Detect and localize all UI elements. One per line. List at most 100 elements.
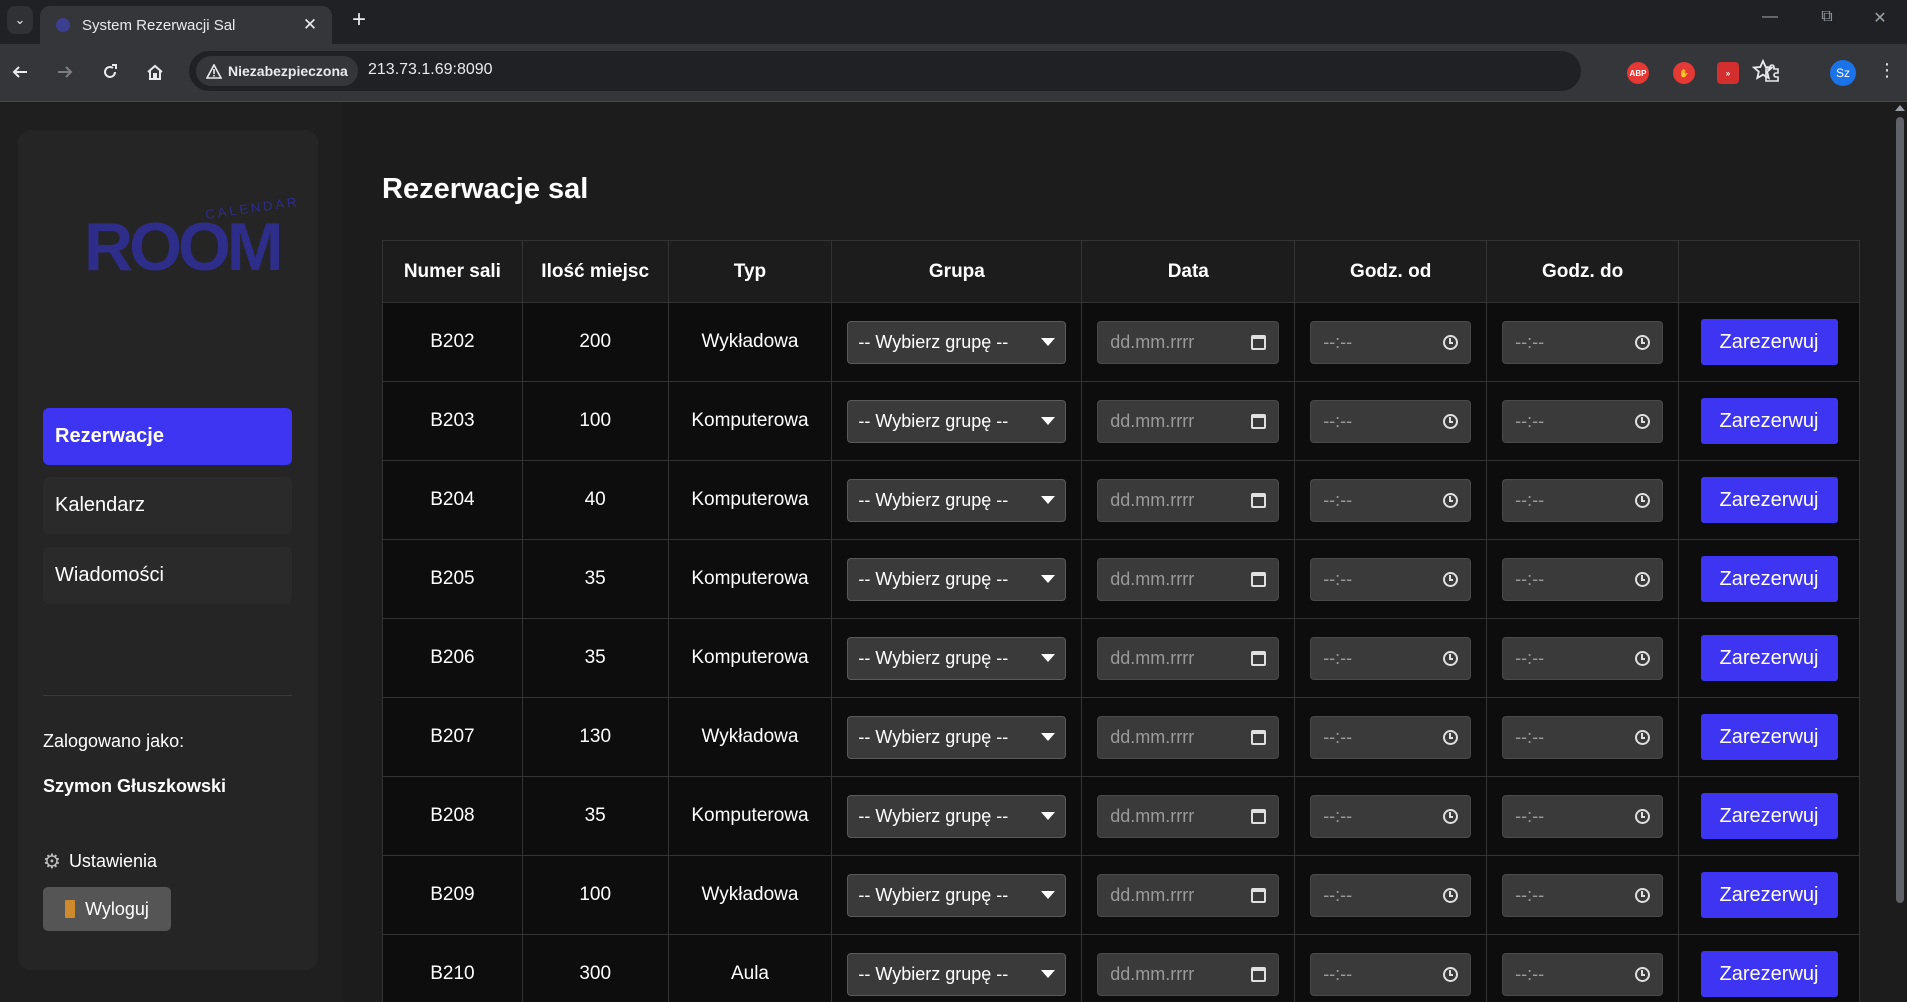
clock-icon[interactable]	[1635, 492, 1651, 508]
clock-icon[interactable]	[1443, 887, 1459, 903]
time-from-input[interactable]: --:--	[1310, 715, 1472, 759]
calendar-icon[interactable]	[1251, 650, 1267, 666]
clock-icon[interactable]	[1443, 650, 1459, 666]
group-select[interactable]: -- Wybierz grupę --	[847, 636, 1067, 680]
time-from-input[interactable]: --:--	[1310, 636, 1472, 680]
restore-icon[interactable]: ⧉	[1815, 8, 1839, 26]
clock-icon[interactable]	[1443, 571, 1459, 587]
group-select[interactable]: -- Wybierz grupę --	[847, 873, 1067, 917]
clock-icon[interactable]	[1635, 413, 1651, 429]
scroll-up-arrow-icon[interactable]	[1895, 105, 1905, 111]
tab-search-button[interactable]: ⌄	[7, 6, 33, 34]
reserve-button[interactable]: Zarezerwuj	[1700, 714, 1838, 760]
group-select[interactable]: -- Wybierz grupę --	[847, 715, 1067, 759]
time-to-input[interactable]: --:--	[1502, 557, 1664, 601]
clock-icon[interactable]	[1635, 334, 1651, 350]
group-select[interactable]: -- Wybierz grupę --	[847, 399, 1067, 443]
time-to-input[interactable]: --:--	[1502, 873, 1664, 917]
new-tab-button[interactable]: +	[346, 8, 372, 34]
clock-icon[interactable]	[1443, 966, 1459, 982]
home-button[interactable]	[141, 58, 169, 86]
forward-button[interactable]	[51, 58, 79, 86]
clock-icon[interactable]	[1635, 966, 1651, 982]
time-from-input[interactable]: --:--	[1310, 952, 1472, 996]
calendar-icon[interactable]	[1251, 334, 1267, 350]
time-to-input[interactable]: --:--	[1502, 715, 1664, 759]
clock-icon[interactable]	[1635, 650, 1651, 666]
minimize-icon[interactable]: —	[1758, 8, 1782, 26]
reserve-button[interactable]: Zarezerwuj	[1700, 319, 1838, 365]
clock-icon[interactable]	[1443, 334, 1459, 350]
reserve-button[interactable]: Zarezerwuj	[1700, 556, 1838, 602]
group-select[interactable]: -- Wybierz grupę --	[847, 557, 1067, 601]
calendar-icon[interactable]	[1251, 729, 1267, 745]
calendar-icon[interactable]	[1251, 492, 1267, 508]
calendar-icon[interactable]	[1251, 571, 1267, 587]
sidebar-item-wiadomosci[interactable]: Wiadomości	[43, 547, 292, 604]
settings-link[interactable]: ⚙ Ustawienia	[43, 849, 157, 874]
browser-tab[interactable]: System Rezerwacji Sal ✕	[40, 6, 332, 44]
time-to-input[interactable]: --:--	[1502, 794, 1664, 838]
calendar-icon[interactable]	[1251, 887, 1267, 903]
calendar-icon[interactable]	[1251, 966, 1267, 982]
arrows-extension-icon[interactable]: »	[1717, 62, 1739, 84]
date-input[interactable]: dd.mm.rrrr	[1097, 399, 1280, 443]
time-from-input[interactable]: --:--	[1310, 794, 1472, 838]
group-select[interactable]: -- Wybierz grupę --	[847, 794, 1067, 838]
date-input[interactable]: dd.mm.rrrr	[1097, 557, 1280, 601]
time-from-input[interactable]: --:--	[1310, 873, 1472, 917]
url-text[interactable]: 213.73.1.69:8090	[368, 61, 493, 79]
calendar-icon[interactable]	[1251, 808, 1267, 824]
calendar-icon[interactable]	[1251, 413, 1267, 429]
date-input[interactable]: dd.mm.rrrr	[1097, 478, 1280, 522]
time-from-input[interactable]: --:--	[1310, 478, 1472, 522]
date-input[interactable]: dd.mm.rrrr	[1097, 952, 1280, 996]
reserve-button[interactable]: Zarezerwuj	[1700, 635, 1838, 681]
abp-extension-icon[interactable]: ABP	[1627, 62, 1649, 84]
time-to-input[interactable]: --:--	[1502, 478, 1664, 522]
time-from-input[interactable]: --:--	[1310, 320, 1472, 364]
sidebar-item-kalendarz[interactable]: Kalendarz	[43, 477, 292, 534]
sidebar-item-rezerwacje[interactable]: Rezerwacje	[43, 408, 292, 465]
date-input[interactable]: dd.mm.rrrr	[1097, 873, 1280, 917]
date-input[interactable]: dd.mm.rrrr	[1097, 715, 1280, 759]
vertical-scrollbar[interactable]	[1892, 103, 1907, 1002]
clock-icon[interactable]	[1635, 808, 1651, 824]
logout-button[interactable]: Wyloguj	[43, 887, 171, 931]
address-bar[interactable]: Niezabezpieczona 213.73.1.69:8090	[189, 51, 1775, 91]
clock-icon[interactable]	[1635, 729, 1651, 745]
reserve-button[interactable]: Zarezerwuj	[1700, 951, 1838, 997]
hand-extension-icon[interactable]: ✋	[1673, 62, 1695, 84]
time-to-input[interactable]: --:--	[1502, 636, 1664, 680]
reload-button[interactable]	[96, 58, 124, 86]
group-select[interactable]: -- Wybierz grupę --	[847, 952, 1067, 996]
clock-icon[interactable]	[1635, 887, 1651, 903]
time-to-input[interactable]: --:--	[1502, 952, 1664, 996]
reserve-button[interactable]: Zarezerwuj	[1700, 398, 1838, 444]
scrollbar-thumb[interactable]	[1896, 117, 1904, 903]
group-select[interactable]: -- Wybierz grupę --	[847, 320, 1067, 364]
back-button[interactable]	[6, 58, 34, 86]
time-to-input[interactable]: --:--	[1502, 320, 1664, 364]
clock-icon[interactable]	[1443, 808, 1459, 824]
date-input[interactable]: dd.mm.rrrr	[1097, 794, 1280, 838]
close-tab-icon[interactable]: ✕	[300, 15, 320, 35]
reserve-button[interactable]: Zarezerwuj	[1700, 872, 1838, 918]
clock-icon[interactable]	[1443, 492, 1459, 508]
clock-icon[interactable]	[1443, 729, 1459, 745]
extensions-puzzle-icon[interactable]	[1762, 62, 1784, 84]
close-window-icon[interactable]: ✕	[1868, 8, 1892, 28]
time-from-input[interactable]: --:--	[1310, 557, 1472, 601]
time-from-input[interactable]: --:--	[1310, 399, 1472, 443]
reserve-button[interactable]: Zarezerwuj	[1700, 477, 1838, 523]
security-indicator[interactable]: Niezabezpieczona	[196, 56, 358, 86]
date-input[interactable]: dd.mm.rrrr	[1097, 320, 1280, 364]
reserve-button[interactable]: Zarezerwuj	[1700, 793, 1838, 839]
group-select[interactable]: -- Wybierz grupę --	[847, 478, 1067, 522]
date-input[interactable]: dd.mm.rrrr	[1097, 636, 1280, 680]
profile-avatar[interactable]: Sz	[1830, 60, 1856, 86]
browser-menu-icon[interactable]: ⋮	[1878, 60, 1896, 81]
clock-icon[interactable]	[1635, 571, 1651, 587]
clock-icon[interactable]	[1443, 413, 1459, 429]
time-to-input[interactable]: --:--	[1502, 399, 1664, 443]
